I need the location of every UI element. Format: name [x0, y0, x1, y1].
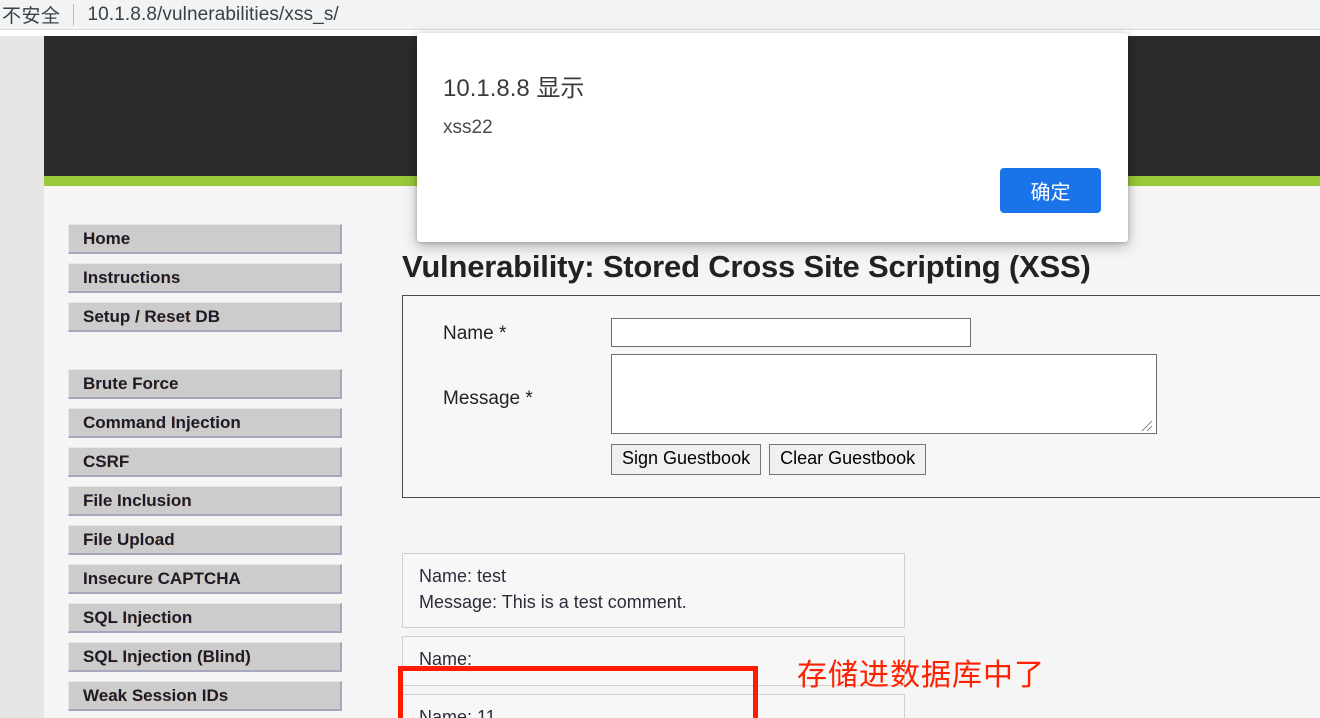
sidebar-item-sql-injection[interactable]: SQL Injection [68, 603, 342, 633]
site-header-banner [44, 36, 1320, 176]
sidebar-item-file-upload[interactable]: File Upload [68, 525, 342, 555]
message-field-label: Message * [443, 388, 533, 409]
sidebar-item-weak-session-ids[interactable]: Weak Session IDs [68, 681, 342, 711]
guestbook-button-row: Sign Guestbook Clear Guestbook [611, 444, 927, 475]
guestbook-entry: Name: test Message: This is a test comme… [402, 553, 905, 629]
main-content: Vulnerability: Stored Cross Site Scripti… [402, 186, 1320, 306]
sidebar-item-file-inclusion[interactable]: File Inclusion [68, 486, 342, 516]
browser-url-bar[interactable]: 不安全 10.1.8.8/vulnerabilities/xss_s/ [0, 0, 1320, 30]
entry-name-line: Name: test [419, 566, 507, 586]
sidebar-item-label: Command Injection [83, 412, 241, 432]
sidebar-item-label: Instructions [83, 267, 181, 287]
sidebar-item-command-injection[interactable]: Command Injection [68, 408, 342, 438]
sidebar-item-label: SQL Injection (Blind) [83, 646, 251, 666]
sidebar-item-label: File Upload [83, 529, 175, 549]
guestbook-form-panel: Name * Message * Sign Guestbook Clear Gu… [402, 295, 1320, 498]
security-status-label: 不安全 [2, 6, 61, 27]
message-textarea[interactable] [611, 354, 1157, 434]
sidebar-item-insecure-captcha[interactable]: Insecure CAPTCHA [68, 564, 342, 594]
url-divider [72, 3, 74, 26]
sidebar-item-label: CSRF [83, 451, 130, 471]
message-field-row: Message * [443, 388, 533, 410]
sidebar-item-label: File Inclusion [83, 490, 192, 510]
sidebar-item-setup-reset-db[interactable]: Setup / Reset DB [68, 302, 342, 332]
name-field-label: Name * [443, 323, 507, 344]
sidebar-item-home[interactable]: Home [68, 224, 342, 254]
sidebar-nav: Home Instructions Setup / Reset DB Brute… [68, 224, 342, 718]
annotation-note-text: 存储进数据库中了 [797, 658, 1045, 693]
sidebar-group-divider [68, 341, 342, 369]
sidebar-item-label: Setup / Reset DB [83, 306, 220, 326]
sidebar-item-sql-injection-blind[interactable]: SQL Injection (Blind) [68, 642, 342, 672]
guestbook-entry: Name: 11 Message: [402, 693, 905, 718]
sign-guestbook-button[interactable]: Sign Guestbook [611, 444, 762, 475]
sidebar-item-csrf[interactable]: CSRF [68, 447, 342, 477]
sidebar-item-label: Weak Session IDs [83, 685, 229, 705]
sidebar-item-label: SQL Injection [83, 607, 193, 627]
sidebar-item-label: Brute Force [83, 373, 179, 393]
sidebar-item-label: Home [83, 228, 131, 248]
url-text: 10.1.8.8/vulnerabilities/xss_s/ [87, 3, 339, 25]
name-input[interactable] [611, 318, 971, 347]
sidebar-item-label: Insecure CAPTCHA [83, 568, 241, 588]
page-viewport: Home Instructions Setup / Reset DB Brute… [0, 30, 1320, 718]
name-field-row: Name * [443, 323, 506, 345]
clear-guestbook-button[interactable]: Clear Guestbook [769, 444, 927, 475]
entry-message-line: Message: This is a test comment. [419, 591, 687, 612]
page-title: Vulnerability: Stored Cross Site Scripti… [402, 248, 1091, 284]
entry-name-line: Name: 11 [419, 706, 496, 718]
sidebar-item-instructions[interactable]: Instructions [68, 263, 342, 293]
dialog-ok-button[interactable]: 确定 [1000, 168, 1101, 213]
header-green-accent-bar [44, 176, 1320, 186]
sidebar-item-brute-force[interactable]: Brute Force [68, 369, 342, 399]
